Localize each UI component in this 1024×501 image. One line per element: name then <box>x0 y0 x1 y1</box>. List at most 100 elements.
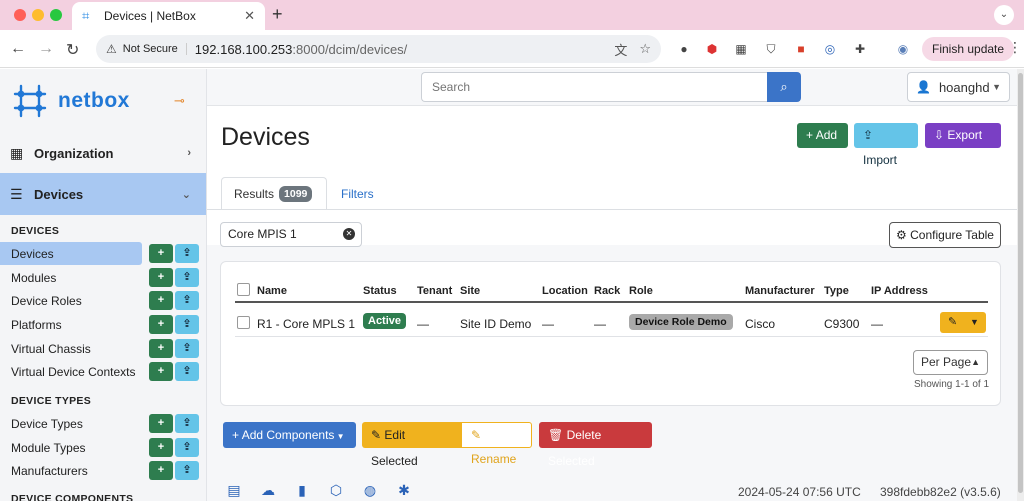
security-label[interactable]: Not Secure <box>123 43 187 55</box>
export-button[interactable]: ⇩ Export ▼ <box>925 123 1001 167</box>
sidebar-item-devices[interactable]: Devices + ⇪ <box>0 242 206 265</box>
back-arrow-icon[interactable]: ← <box>10 40 26 58</box>
address-bar[interactable]: ⚠ Not Secure 192.168.100.253:8000/dcim/d… <box>96 35 661 63</box>
add-vdc-button[interactable]: + <box>149 362 173 381</box>
delete-selected-button[interactable]: 🗑 Delete Selected <box>539 422 652 468</box>
github-icon[interactable]: ◍ <box>359 482 381 499</box>
sidebar-item-virtual-chassis[interactable]: Virtual Chassis + ⇪ <box>0 337 206 360</box>
book-icon[interactable]: ▤ <box>223 482 245 499</box>
search-button[interactable]: ⌕ <box>767 72 801 102</box>
import-device-type-button[interactable]: ⇪ <box>175 414 199 433</box>
window-close-button[interactable] <box>14 9 26 21</box>
manufacturer-link[interactable]: Cisco <box>745 317 775 331</box>
graphql-icon[interactable]: ⬡ <box>325 482 347 499</box>
sidebar-item-device-roles[interactable]: Device Roles + ⇪ <box>0 289 206 312</box>
search-input[interactable] <box>421 72 767 102</box>
tab-results[interactable]: Results 1099 <box>221 177 327 209</box>
extension-adblock-icon[interactable]: ⬢ <box>704 41 720 57</box>
extension-qr-icon[interactable]: ▦ <box>733 41 749 57</box>
tab-search-chevron-icon[interactable]: ⌄ <box>994 5 1014 25</box>
row-actions-button[interactable]: ✎ ▼ <box>940 312 986 333</box>
nav-group-devices[interactable]: ☰ Devices ⌄ <box>0 173 206 215</box>
extension-colorful-icon[interactable]: ■ <box>793 41 809 57</box>
device-name-link[interactable]: R1 - Core MPLS 1 <box>257 317 355 331</box>
row-select-checkbox[interactable] <box>237 316 250 329</box>
sidebar-item-virtual-device-contexts[interactable]: Virtual Device Contexts + ⇪ <box>0 360 206 383</box>
column-header-site[interactable]: Site <box>460 285 480 297</box>
add-button[interactable]: + Add <box>797 123 848 148</box>
pin-sidebar-icon[interactable]: ⊸ <box>174 93 185 109</box>
sidebar-item-module-types[interactable]: Module Types + ⇪ <box>0 436 206 459</box>
add-module-type-button[interactable]: + <box>149 438 173 457</box>
clear-search-icon[interactable]: ✕ <box>343 228 355 240</box>
browser-menu-icon[interactable]: ⋮ <box>1008 39 1022 56</box>
add-virtual-chassis-button[interactable]: + <box>149 339 173 358</box>
role-badge[interactable]: Device Role Demo <box>629 314 733 330</box>
select-all-checkbox[interactable] <box>237 283 250 296</box>
browser-tab[interactable]: ⌗ Devices | NetBox ✕ <box>72 2 265 30</box>
add-device-role-button[interactable]: + <box>149 291 173 310</box>
new-tab-icon[interactable]: + <box>272 4 283 25</box>
column-header-tenant[interactable]: Tenant <box>417 285 452 297</box>
per-page-dropdown[interactable]: Per Page ▲ <box>913 350 988 375</box>
add-module-button[interactable]: + <box>149 268 173 287</box>
add-device-button[interactable]: + <box>149 244 173 263</box>
caret-down-icon[interactable]: ▼ <box>970 312 979 333</box>
column-header-location[interactable]: Location <box>542 285 588 297</box>
user-menu-button[interactable]: 👤 hoanghd ▼ <box>907 72 1010 102</box>
bookmark-icon[interactable]: ▮ <box>291 482 313 499</box>
sidebar-item-device-types[interactable]: Device Types + ⇪ <box>0 412 206 435</box>
tab-close-icon[interactable]: ✕ <box>244 8 255 24</box>
warning-icon[interactable]: ⚠ <box>106 42 117 56</box>
configure-table-button[interactable]: ⚙ Configure Table <box>889 222 1001 248</box>
site-link[interactable]: Site ID Demo <box>460 317 531 331</box>
extension-circle-icon[interactable]: ◎ <box>822 41 838 57</box>
tab-filters[interactable]: Filters <box>341 187 374 201</box>
window-minimize-button[interactable] <box>32 9 44 21</box>
edit-selected-button[interactable]: ✎ Edit Selected <box>362 422 461 468</box>
import-virtual-chassis-button[interactable]: ⇪ <box>175 339 199 358</box>
sidebar-item-modules[interactable]: Modules + ⇪ <box>0 266 206 289</box>
import-manufacturer-button[interactable]: ⇪ <box>175 461 199 480</box>
import-button[interactable]: ⇪ Import <box>854 123 918 167</box>
add-components-button[interactable]: + Add Components ▼ <box>223 422 356 448</box>
import-module-button[interactable]: ⇪ <box>175 268 199 287</box>
import-vdc-button[interactable]: ⇪ <box>175 362 199 381</box>
add-device-type-button[interactable]: + <box>149 414 173 433</box>
rename-button[interactable]: ✎ Rename <box>461 422 532 466</box>
import-module-type-button[interactable]: ⇪ <box>175 438 199 457</box>
add-platform-button[interactable]: + <box>149 315 173 334</box>
extensions-puzzle-icon[interactable]: ✚ <box>852 41 868 57</box>
slack-icon[interactable]: ✱ <box>393 482 415 499</box>
column-header-manufacturer[interactable]: Manufacturer <box>745 285 815 297</box>
add-manufacturer-button[interactable]: + <box>149 461 173 480</box>
quick-search-input[interactable]: Core MPIS 1 ✕ <box>220 222 362 247</box>
cloud-download-icon[interactable]: ☁ <box>257 482 279 499</box>
profile-avatar-icon[interactable]: ◉ <box>895 41 911 57</box>
bookmark-star-icon[interactable]: ☆ <box>639 41 651 57</box>
sidebar-item-platforms[interactable]: Platforms + ⇪ <box>0 313 206 336</box>
column-header-role[interactable]: Role <box>629 285 653 297</box>
column-header-rack[interactable]: Rack <box>594 285 620 297</box>
extension-shield-icon[interactable]: ⛉ <box>763 41 779 57</box>
column-header-type[interactable]: Type <box>824 285 849 297</box>
forward-arrow-icon[interactable]: → <box>38 40 54 58</box>
import-platform-button[interactable]: ⇪ <box>175 315 199 334</box>
url-text[interactable]: 192.168.100.253:8000/dcim/devices/ <box>195 42 603 57</box>
import-device-role-button[interactable]: ⇪ <box>175 291 199 310</box>
page-scrollbar[interactable] <box>1017 69 1024 501</box>
reload-icon[interactable]: ↻ <box>66 40 79 60</box>
netbox-logo[interactable]: netbox <box>12 83 130 119</box>
import-device-button[interactable]: ⇪ <box>175 244 199 263</box>
nav-group-organization[interactable]: ▦ Organization › <box>0 133 206 173</box>
column-header-status[interactable]: Status <box>363 285 397 297</box>
extension-cat-icon[interactable]: ● <box>676 41 692 57</box>
pencil-icon[interactable]: ✎ <box>948 312 957 333</box>
device-type-link[interactable]: C9300 <box>824 317 859 331</box>
finish-update-button[interactable]: Finish update <box>922 37 1015 61</box>
column-header-ip-address[interactable]: IP Address <box>871 285 928 297</box>
translate-icon[interactable]: 文 <box>614 40 627 59</box>
column-header-name[interactable]: Name <box>257 285 287 297</box>
window-zoom-button[interactable] <box>50 9 62 21</box>
sidebar-item-manufacturers[interactable]: Manufacturers + ⇪ <box>0 459 206 482</box>
